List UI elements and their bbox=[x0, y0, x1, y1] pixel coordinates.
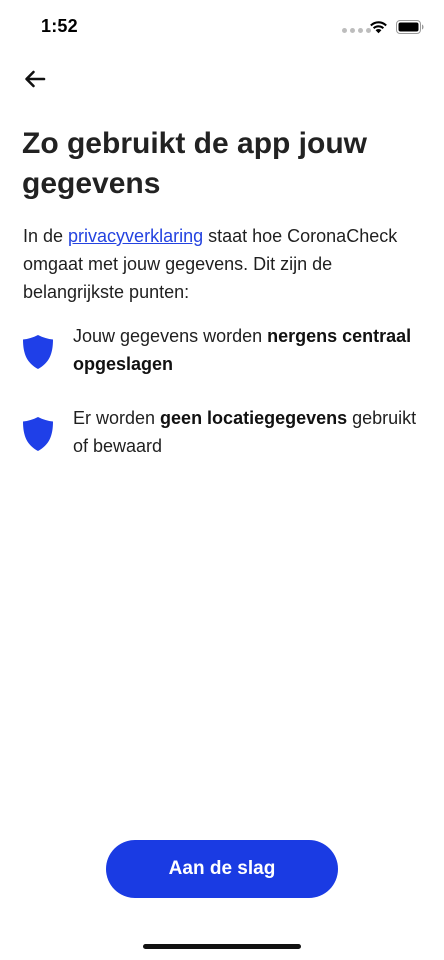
get-started-button[interactable]: Aan de slag bbox=[106, 840, 338, 898]
point-text-bold: geen locatiegegevens bbox=[160, 408, 348, 428]
page-title: Zo gebruikt de app jouw gegevens bbox=[22, 127, 367, 200]
back-button[interactable] bbox=[20, 64, 50, 94]
status-time: 1:52 bbox=[41, 16, 78, 36]
wifi-icon bbox=[370, 21, 387, 34]
privacy-point-location: Er worden geen locatiegegevens gebruikt … bbox=[22, 404, 422, 460]
battery-icon bbox=[396, 20, 424, 34]
arrow-left-icon bbox=[25, 70, 46, 88]
privacy-point-storage: Jouw gegevens worden nergens centraal op… bbox=[22, 322, 422, 378]
point-text-regular: Jouw gegevens worden bbox=[73, 326, 268, 346]
point-text-regular: Er worden bbox=[73, 408, 161, 428]
shield-icon bbox=[23, 335, 53, 369]
home-indicator[interactable] bbox=[143, 944, 301, 949]
privacy-statement-link[interactable]: privacyverklaring bbox=[68, 226, 203, 246]
signal-dots-icon bbox=[342, 28, 371, 33]
status-bar: 1:52 bbox=[0, 0, 444, 56]
intro-prefix: In de bbox=[23, 226, 69, 246]
privacy-point-text: Jouw gegevens worden nergens centraal op… bbox=[73, 322, 422, 378]
intro-text: In de privacyverklaring staat hoe Corona… bbox=[23, 222, 423, 306]
privacy-point-text: Er worden geen locatiegegevens gebruikt … bbox=[73, 404, 422, 460]
shield-icon bbox=[23, 417, 53, 451]
